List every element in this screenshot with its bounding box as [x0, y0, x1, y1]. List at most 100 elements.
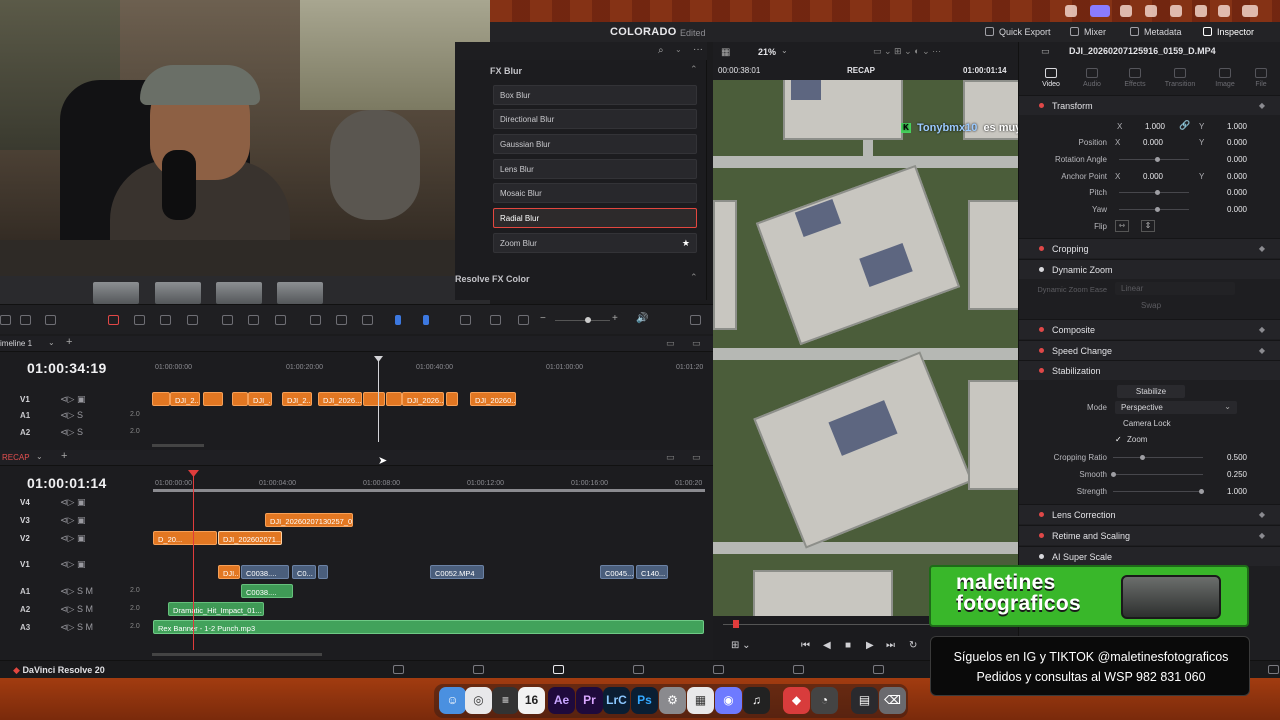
track-controls[interactable]: ⊲▷ S M — [60, 586, 93, 597]
swap-button[interactable]: Swap — [1141, 301, 1161, 310]
timeline-clip[interactable]: D_20... — [153, 531, 217, 545]
rotation-slider-knob[interactable] — [1155, 157, 1160, 162]
snapping-icon[interactable] — [310, 315, 321, 325]
timeline-2-name[interactable]: RECAP — [2, 453, 30, 462]
strength-slider[interactable] — [1113, 491, 1203, 492]
jump-end-icon[interactable]: ⏭ — [886, 640, 895, 651]
timeline-clip[interactable] — [152, 392, 170, 406]
track-controls[interactable]: ⊲▷ S M — [60, 604, 93, 615]
media-thumbnail[interactable] — [216, 282, 262, 304]
layout-icon[interactable]: ▦ — [721, 47, 730, 58]
blade-tool-icon[interactable] — [187, 315, 198, 325]
camera-lock-checkbox[interactable]: Camera Lock — [1115, 419, 1171, 428]
timeline-audio-clip[interactable]: Rex Banner - 1-2 Punch.mp3 — [153, 620, 704, 634]
zoom-custom-icon[interactable] — [518, 315, 529, 325]
logic-icon[interactable]: ♫ — [743, 687, 770, 714]
timeline-clip[interactable]: DJI_2... — [282, 392, 312, 406]
downloads-folder-icon[interactable]: ▤ — [851, 687, 878, 714]
minimize-icon[interactable]: ▭ — [666, 452, 675, 463]
section-transform[interactable]: Transform ◆ — [1019, 95, 1280, 115]
more-options-icon[interactable]: ··· — [693, 44, 703, 55]
lock-icon[interactable] — [362, 315, 373, 325]
page-cut-icon[interactable] — [473, 665, 484, 674]
zoom-detail-icon[interactable] — [490, 315, 501, 325]
fx-item-radial-blur[interactable]: Radial Blur — [493, 208, 697, 228]
timeline-1-playhead[interactable] — [378, 356, 379, 442]
timeline-clip[interactable] — [446, 392, 458, 406]
keyframe-icon[interactable]: ◆ — [1259, 325, 1265, 334]
enable-toggle-icon[interactable] — [1039, 368, 1044, 373]
favorite-star-icon[interactable]: ★ — [682, 238, 690, 249]
menubar-wifi-icon[interactable] — [1218, 5, 1230, 17]
menubar-cloud-icon[interactable] — [1120, 5, 1132, 17]
app-icon[interactable]: ⚙ — [659, 687, 686, 714]
enable-toggle-icon[interactable] — [1039, 267, 1044, 272]
timeline-clip[interactable] — [318, 565, 328, 579]
dynamic-zoom-ease-dropdown[interactable]: Linear — [1115, 282, 1235, 295]
chevron-down-icon[interactable]: ⌄ — [36, 452, 43, 461]
timeline-1-scrollbar[interactable] — [152, 444, 204, 447]
viewer-zoom[interactable]: 21% — [758, 47, 776, 57]
timeline-clip[interactable]: C0038.... — [241, 565, 289, 579]
zoom-slider-knob[interactable] — [585, 317, 591, 323]
dynamic-trim-icon[interactable] — [160, 315, 171, 325]
strength-value[interactable]: 1.000 — [1207, 487, 1247, 496]
reverse-icon[interactable]: ◀ — [823, 640, 831, 651]
timeline-audio-clip[interactable]: Dramatic_Hit_Impact_01... — [168, 602, 264, 616]
enable-toggle-icon[interactable] — [1039, 554, 1044, 559]
pitch-value[interactable]: 0.000 — [1207, 188, 1247, 197]
enable-toggle-icon[interactable] — [1039, 512, 1044, 517]
zoom-y-value[interactable]: 1.000 — [1207, 122, 1247, 131]
zoom-in-icon[interactable]: + — [612, 313, 618, 324]
media-thumbnail[interactable] — [155, 282, 201, 304]
zoom-out-icon[interactable]: − — [540, 313, 546, 324]
section-retime-scaling[interactable]: Retime and Scaling ◆ — [1019, 525, 1280, 545]
timeline-clip[interactable]: C0... — [292, 565, 316, 579]
inspector-button[interactable]: Inspector — [1203, 27, 1254, 37]
jump-start-icon[interactable]: ⏮ — [801, 640, 810, 651]
pitch-slider[interactable] — [1119, 192, 1189, 193]
loop-icon[interactable]: ↻ — [909, 640, 917, 651]
activity-monitor-icon[interactable]: ◔ — [811, 687, 838, 714]
page-deliver-icon[interactable] — [873, 665, 884, 674]
tab-file[interactable]: File — [1241, 68, 1280, 88]
page-fusion-icon[interactable] — [633, 665, 644, 674]
timeline-clip[interactable]: DJI_202602071... — [218, 531, 282, 545]
flip-vertical-icon[interactable]: ⇕ — [1141, 220, 1155, 232]
viewer-canvas[interactable]: K Tonybmx10 es muy buena una A7III — [713, 80, 1018, 616]
tab-transition[interactable]: Transition — [1160, 68, 1200, 88]
menubar-input-source-icon[interactable] — [1242, 5, 1258, 17]
tab-image[interactable]: Image — [1205, 68, 1245, 88]
stabilize-button[interactable]: Stabilize — [1117, 385, 1185, 398]
yaw-value[interactable]: 0.000 — [1207, 205, 1247, 214]
section-stabilization[interactable]: Stabilization — [1019, 360, 1280, 380]
mode-dropdown[interactable]: Perspective ⌄ — [1115, 401, 1237, 414]
overwrite-clip-icon[interactable] — [248, 315, 259, 325]
chevron-down-icon[interactable]: ⌄ — [675, 45, 682, 54]
smooth-slider[interactable] — [1113, 474, 1203, 475]
timeline-clip[interactable]: C0045.... — [600, 565, 634, 579]
zoom-checkbox[interactable]: ✓ Zoom — [1115, 435, 1147, 444]
lightroom-classic-icon[interactable]: LrC — [603, 687, 630, 714]
viewer-timeline-name[interactable]: RECAP — [847, 66, 875, 75]
preview-icon[interactable]: ▦ — [687, 687, 714, 714]
rotation-slider[interactable] — [1119, 159, 1189, 160]
timeline-clip[interactable] — [363, 392, 385, 406]
timeline-clip[interactable]: DJI_2026... — [318, 392, 362, 406]
page-edit-icon[interactable] — [553, 665, 564, 674]
fx-blur-section-header[interactable]: FX Blur — [490, 66, 522, 76]
timeline-clip[interactable]: C140... — [636, 565, 668, 579]
viewer-options-icon[interactable]: ▭ ⌄ ⊞ ⌄ ◐ ⌄ ··· — [873, 46, 941, 57]
section-composite[interactable]: Composite ◆ — [1019, 319, 1280, 339]
tab-video[interactable]: Video — [1031, 68, 1071, 88]
timeline-clip[interactable]: DJI... — [218, 565, 240, 579]
timeline-1-ruler[interactable]: 01:00:00:00 01:00:20:00 01:00:40:00 01:0… — [153, 360, 705, 376]
timeline-clip[interactable]: DJI_2026... — [402, 392, 444, 406]
play-icon[interactable]: ▶ — [866, 640, 874, 651]
yaw-slider[interactable] — [1119, 209, 1189, 210]
mixer-button[interactable]: Mixer — [1070, 27, 1106, 37]
volume-icon[interactable]: 🔊 — [636, 313, 648, 324]
yaw-slider-knob[interactable] — [1155, 207, 1160, 212]
metadata-button[interactable]: Metadata — [1130, 27, 1182, 37]
track-controls[interactable]: ⊲▷ ▣ — [60, 394, 85, 405]
